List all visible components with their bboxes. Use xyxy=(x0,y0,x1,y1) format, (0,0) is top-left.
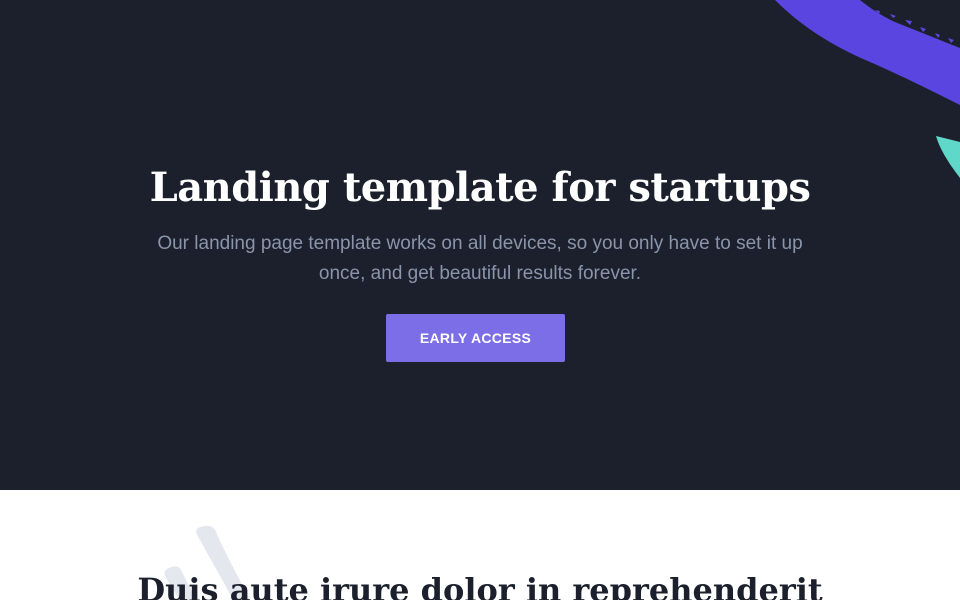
features-title: Duis aute irure dolor in reprehenderit xyxy=(137,571,823,600)
hero-description: Our landing page template works on all d… xyxy=(157,233,803,284)
hero-section: Landing template for startups Our landin… xyxy=(0,0,960,490)
purple-brush-stroke xyxy=(775,0,960,105)
features-section: Duis aute irure dolor in reprehenderit xyxy=(0,490,960,600)
hero-title: Landing template for startups xyxy=(149,164,811,211)
early-access-button[interactable]: EARLY ACCESS xyxy=(386,314,565,362)
